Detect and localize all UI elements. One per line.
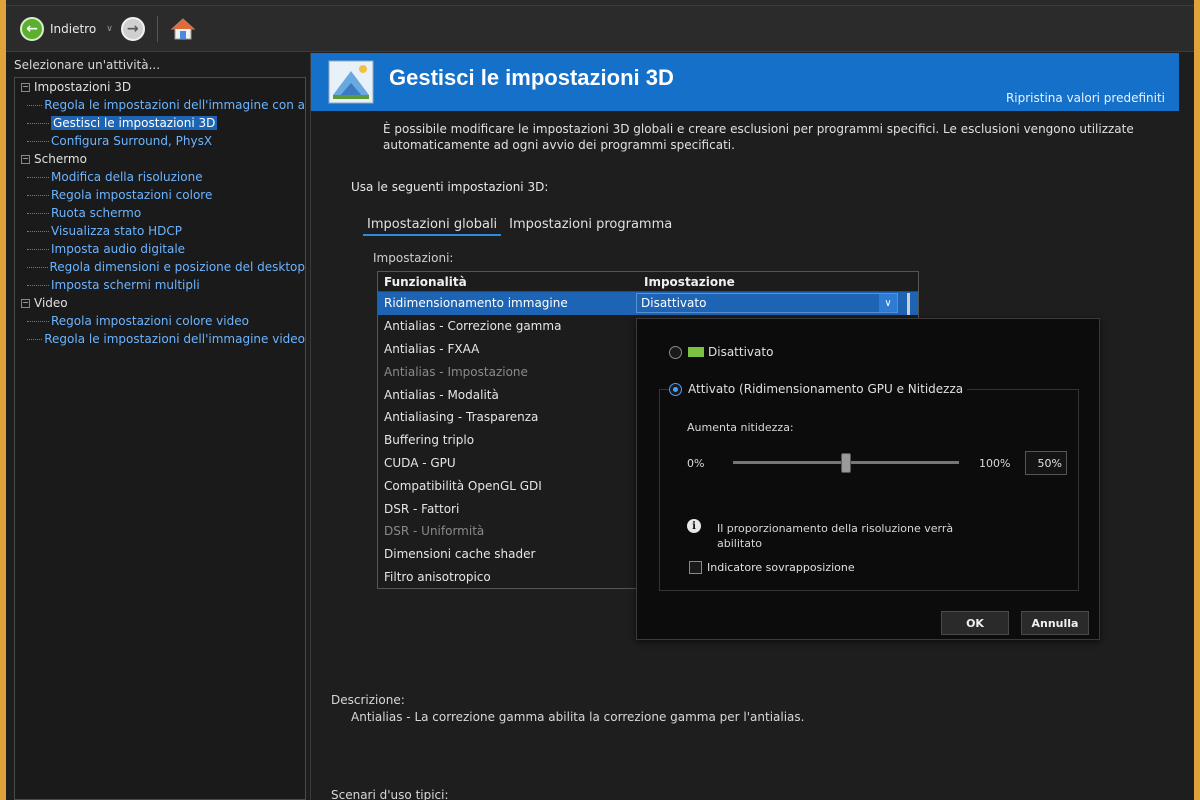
tree-item-rotate[interactable]: Ruota schermo xyxy=(15,204,305,222)
nvidia-chip-icon xyxy=(688,347,704,357)
forward-arrow-icon: → xyxy=(120,16,145,41)
col-setting-header: Impostazione xyxy=(644,274,735,289)
tab-global-settings[interactable]: Impostazioni globali xyxy=(363,215,502,236)
tree-item-manage-3d[interactable]: Gestisci le impostazioni 3D xyxy=(15,114,305,132)
slider-handle[interactable] xyxy=(841,453,851,473)
slider-max-label: 100% xyxy=(979,457,1011,470)
tree-item-video-image[interactable]: Regola le impostazioni dell'immagine vid… xyxy=(15,330,305,348)
3d-settings-icon xyxy=(328,60,374,104)
back-button[interactable]: ← Indietro xyxy=(20,16,97,41)
collapse-icon[interactable]: − xyxy=(21,82,30,92)
settings-label: Impostazioni: xyxy=(373,251,454,265)
settings-tabs: Impostazioni globali Impostazioni progra… xyxy=(363,215,680,236)
window-right-edge xyxy=(1194,0,1200,800)
restore-defaults-link[interactable]: Ripristina valori predefiniti xyxy=(1006,91,1165,105)
info-text: Il proporzionamento della risoluzione ve… xyxy=(717,522,954,550)
task-label: Selezionare un'attività... xyxy=(14,58,161,72)
table-row[interactable]: Ridimensionamento immagine Disattivato ∨ xyxy=(378,292,918,315)
scaling-popup: Disattivato Attivato (Ridimensionamento … xyxy=(636,318,1100,640)
page-title: Gestisci le impostazioni 3D xyxy=(389,65,674,90)
back-arrow-icon: ← xyxy=(20,16,44,41)
use-settings-label: Usa le seguenti impostazioni 3D: xyxy=(351,180,549,194)
tree-item-multi-display[interactable]: Imposta schermi multipli xyxy=(15,276,305,294)
option-on[interactable]: Attivato (Ridimensionamento GPU e Nitide… xyxy=(669,382,968,396)
collapse-icon[interactable]: − xyxy=(21,154,30,164)
tree-group-3d: − Impostazioni 3D Regola le impostazioni… xyxy=(15,78,305,150)
tree-item-surround-physx[interactable]: Configura Surround, PhysX xyxy=(15,132,305,150)
task-tree: − Impostazioni 3D Regola le impostazioni… xyxy=(14,77,306,800)
back-label: Indietro xyxy=(50,21,97,36)
radio-on[interactable] xyxy=(669,382,682,396)
grid-scrollbar[interactable] xyxy=(907,293,910,315)
setting-dropdown[interactable]: Disattivato ∨ xyxy=(636,293,898,314)
tree-item-color[interactable]: Regola impostazioni colore xyxy=(15,186,305,204)
description-label: Descrizione: xyxy=(331,693,405,707)
task-pane: Selezionare un'attività... − Impostazion… xyxy=(6,53,306,800)
tree-item-hdcp[interactable]: Visualizza stato HDCP xyxy=(15,222,305,240)
sharpen-slider[interactable] xyxy=(733,453,959,473)
intro-text: È possibile modificare le impostazioni 3… xyxy=(383,122,1134,152)
overlay-indicator-row[interactable]: Indicatore sovrapposizione xyxy=(689,561,855,574)
tree-item-adjust-image[interactable]: Regola le impostazioni dell'immagine con… xyxy=(15,96,305,114)
sharpen-label: Aumenta nitidezza: xyxy=(687,421,794,434)
description-text: Antialias - La correzione gamma abilita … xyxy=(351,710,805,724)
grid-header: Funzionalità Impostazione xyxy=(378,272,918,292)
chevron-down-icon[interactable]: ∨ xyxy=(879,294,897,313)
tree-item-video-color[interactable]: Regola impostazioni colore video xyxy=(15,312,305,330)
ok-button[interactable]: OK xyxy=(941,611,1009,635)
tree-head-video[interactable]: − Video xyxy=(15,294,305,312)
home-icon xyxy=(170,17,196,39)
forward-button[interactable]: → xyxy=(120,16,145,41)
option-off[interactable]: Disattivato xyxy=(669,345,773,359)
history-dropdown-icon[interactable]: ∨ xyxy=(106,24,113,34)
toolbar: ← Indietro ∨ → xyxy=(6,6,1194,52)
collapse-icon[interactable]: − xyxy=(21,298,30,308)
radio-off[interactable] xyxy=(669,345,682,359)
tree-head-3d[interactable]: − Impostazioni 3D xyxy=(15,78,305,96)
info-icon: i xyxy=(687,519,701,533)
cancel-button[interactable]: Annulla xyxy=(1021,611,1089,635)
sharpen-value-input[interactable]: 50% xyxy=(1025,451,1067,475)
tree-group-video: − Video Regola impostazioni colore video… xyxy=(15,294,305,348)
col-feature-header: Funzionalità xyxy=(384,274,467,289)
tree-group-display: − Schermo Modifica della risoluzione Reg… xyxy=(15,150,305,294)
overlay-checkbox[interactable] xyxy=(689,561,702,574)
tab-program-settings[interactable]: Impostazioni programma xyxy=(505,215,676,236)
tree-item-audio[interactable]: Imposta audio digitale xyxy=(15,240,305,258)
tree-item-resolution[interactable]: Modifica della risoluzione xyxy=(15,168,305,186)
home-button[interactable] xyxy=(170,17,196,41)
slider-min-label: 0% xyxy=(687,457,705,470)
toolbar-separator xyxy=(156,15,158,42)
tree-head-display[interactable]: − Schermo xyxy=(15,150,305,168)
page-banner: Gestisci le impostazioni 3D Ripristina v… xyxy=(311,53,1179,111)
usage-label: Scenari d'uso tipici: xyxy=(331,788,449,800)
tree-item-desktop-size[interactable]: Regola dimensioni e posizione del deskto… xyxy=(15,258,305,276)
